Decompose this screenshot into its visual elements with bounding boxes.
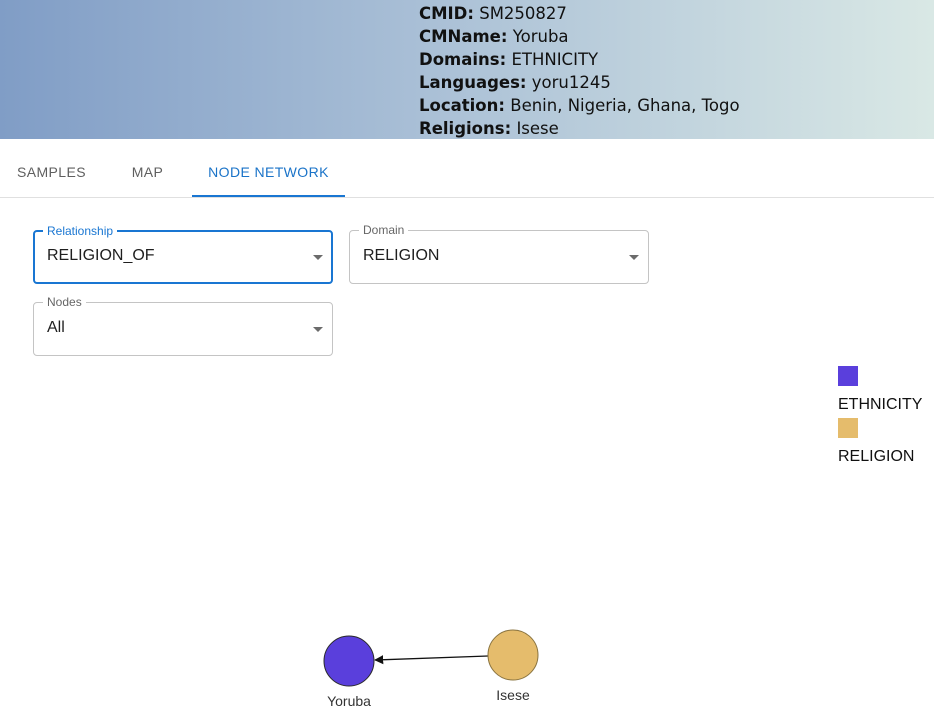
- edge-religion-of: [374, 655, 489, 665]
- network-node-isese[interactable]: [487, 629, 539, 681]
- network-node-yoruba[interactable]: [323, 635, 375, 687]
- node-network-graph: Yoruba Isese: [323, 629, 539, 709]
- node-label-yoruba: Yoruba: [327, 693, 371, 709]
- node-label-isese: Isese: [496, 687, 530, 703]
